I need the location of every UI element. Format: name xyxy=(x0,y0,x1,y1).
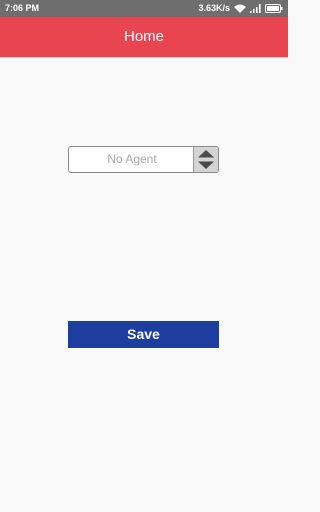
agent-spinner-value: No Agent xyxy=(107,152,157,166)
page-title: Home xyxy=(123,28,164,45)
app-bar-divider xyxy=(0,57,288,58)
agent-spinner[interactable]: No Agent xyxy=(68,146,219,173)
wifi-icon xyxy=(234,4,246,13)
signal-bars-icon xyxy=(250,4,261,13)
status-bar: 7:06 PM 3.63K/s xyxy=(0,0,288,17)
spinner-arrows-icon[interactable] xyxy=(193,147,218,172)
battery-icon xyxy=(265,4,283,13)
status-time: 7:06 PM xyxy=(5,3,40,13)
app-bar: Home xyxy=(0,17,288,57)
network-speed: 3.63K/s xyxy=(198,3,230,13)
save-button[interactable]: Save xyxy=(68,321,219,348)
status-icons: 3.63K/s xyxy=(198,0,283,17)
